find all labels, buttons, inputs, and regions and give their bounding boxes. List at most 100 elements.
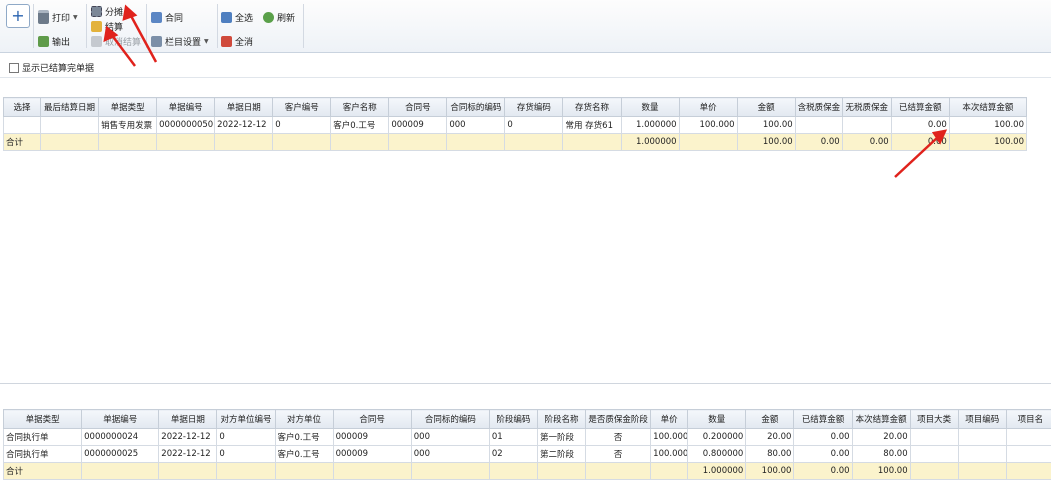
column-header[interactable]: 对方单位编号	[216, 409, 276, 429]
table-cell: 000	[410, 428, 490, 446]
column-header[interactable]: 数量	[620, 97, 680, 117]
table-cell[interactable]: 100.00	[948, 116, 1028, 134]
table-cell: 2022-12-12	[214, 116, 274, 134]
column-header[interactable]: 阶段名称	[536, 409, 587, 429]
show-settled-checkbox[interactable]	[9, 62, 19, 73]
column-header[interactable]: 对方单位	[274, 409, 334, 429]
table-cell: 1.000000	[620, 116, 680, 134]
column-header[interactable]: 项目编码	[957, 409, 1007, 429]
table-cell	[909, 445, 959, 463]
total-cell	[446, 133, 506, 151]
deselect-all-label: 全消	[235, 37, 254, 48]
column-header[interactable]: 最后结算日期	[40, 97, 100, 117]
table-cell: 销售专用发票	[98, 116, 158, 134]
table-cell[interactable]: 80.00	[851, 445, 911, 463]
table-cell: 0000000025	[81, 445, 160, 463]
refresh-label: 刷新	[277, 13, 296, 24]
column-header[interactable]: 是否质保金阶段	[585, 409, 652, 429]
column-header[interactable]: 已结算金额	[793, 409, 853, 429]
show-settled-option[interactable]: 显示已结算完单据	[9, 61, 94, 74]
table-row[interactable]: 销售专用发票 0000000050 2022-12-12 0 客户0.工号 000009 0…	[2, 116, 1028, 134]
show-settled-label: 显示已结算完单据	[22, 64, 95, 74]
export-button[interactable]: 输出	[38, 34, 70, 48]
contract-grid: 单据类型 单据编号 单据日期 对方单位编号 对方单位 合同号 合同标的编码 阶段编码 阶段名称是…	[2, 409, 1051, 480]
table-cell: 0	[504, 116, 564, 134]
table-cell: 01	[488, 428, 538, 446]
column-header[interactable]: 金额	[745, 409, 795, 429]
grid-header-row: 选择 最后结算日期 单据类型 单据编号 单据日期 客户编号 客户名称 合同号 合同标的编码 存货编…	[2, 97, 1028, 117]
cancel-settle-button[interactable]: 取消结算	[91, 34, 141, 48]
new-button[interactable]: +	[6, 4, 30, 28]
column-header[interactable]: 合同标的编码	[446, 97, 506, 117]
table-cell: 0	[216, 428, 276, 446]
total-cell: 合计	[2, 462, 83, 480]
column-header[interactable]: 已结算金额	[890, 97, 950, 117]
column-header[interactable]: 无税质保金	[841, 97, 892, 117]
column-header[interactable]: 单价	[650, 409, 689, 429]
total-cell: 100.00	[745, 462, 795, 480]
column-header[interactable]: 含税质保金	[794, 97, 843, 117]
table-cell: 客户0.工号	[330, 116, 390, 134]
column-header[interactable]: 客户编号	[272, 97, 332, 117]
table-cell: 常用 存货61	[562, 116, 622, 134]
column-header[interactable]: 单据类型	[98, 97, 158, 117]
total-cell	[98, 133, 158, 151]
select-all-button[interactable]: 全选	[221, 10, 253, 24]
column-header[interactable]: 本次结算金额	[948, 97, 1028, 117]
apportion-icon	[91, 5, 102, 17]
total-cell	[410, 462, 490, 480]
table-cell[interactable]: 20.00	[851, 428, 911, 446]
column-header[interactable]: 单据类型	[2, 409, 83, 429]
total-row: 合计 1.000000 100.00 0.00 0.00 0.00 100.00	[2, 133, 1028, 151]
column-header[interactable]: 存货名称	[562, 97, 622, 117]
column-header[interactable]: 单据日期	[214, 97, 274, 117]
table-cell	[40, 116, 100, 134]
table-cell	[1005, 445, 1051, 463]
export-label: 输出	[52, 37, 71, 48]
column-header[interactable]: 金额	[736, 97, 796, 117]
column-header[interactable]: 本次结算金额	[851, 409, 911, 429]
column-header[interactable]: 项目名	[1005, 409, 1051, 429]
column-settings-label: 栏目设置	[165, 37, 202, 48]
column-header[interactable]: 单价	[678, 97, 738, 117]
settle-button[interactable]: 结算	[91, 19, 123, 33]
refresh-button[interactable]: 刷新	[263, 10, 295, 24]
apportion-label: 分摊	[105, 7, 124, 18]
column-header[interactable]: 单据日期	[158, 409, 218, 429]
column-header[interactable]: 数量	[687, 409, 747, 429]
column-header[interactable]: 项目大类	[909, 409, 959, 429]
table-row[interactable]: 合同执行单 0000000024 2022-12-12 0 客户0.工号 000009 00…	[2, 428, 1051, 446]
table-cell: 合同执行单	[2, 428, 83, 446]
table-cell: 000	[446, 116, 506, 134]
select-all-icon	[221, 11, 232, 23]
total-cell: 100.00	[851, 462, 911, 480]
table-row[interactable]: 合同执行单 0000000025 2022-12-12 0 客户0.工号 000009 00…	[2, 445, 1051, 463]
total-cell	[40, 133, 100, 151]
table-cell: 0.00	[890, 116, 950, 134]
table-cell: 000	[410, 445, 490, 463]
chevron-down-icon: ▼	[204, 37, 209, 45]
deselect-all-button[interactable]: 全消	[221, 34, 253, 48]
table-cell: 2022-12-12	[158, 445, 218, 463]
column-header[interactable]: 客户名称	[330, 97, 390, 117]
column-header[interactable]: 单据编号	[81, 409, 160, 429]
table-cell: 0	[272, 116, 332, 134]
apportion-button[interactable]: 分摊	[91, 4, 123, 18]
column-settings-button[interactable]: 栏目设置 ▼	[151, 34, 209, 48]
cancel-settle-label: 取消结算	[105, 37, 142, 48]
column-header[interactable]: 合同号	[332, 409, 412, 429]
print-button[interactable]: 打印 ▼	[38, 10, 78, 24]
column-header[interactable]: 单据编号	[156, 97, 216, 117]
column-header[interactable]: 选择	[2, 97, 42, 117]
table-cell	[841, 116, 892, 134]
contract-button[interactable]: 合同	[151, 10, 183, 24]
column-header[interactable]: 合同号	[388, 97, 448, 117]
printer-icon	[38, 10, 49, 24]
cancel-settle-icon	[91, 35, 102, 47]
column-header[interactable]: 存货编码	[504, 97, 564, 117]
column-header[interactable]: 合同标的编码	[410, 409, 490, 429]
total-cell	[488, 462, 538, 480]
table-cell: 80.00	[745, 445, 795, 463]
column-header[interactable]: 阶段编码	[488, 409, 538, 429]
table-cell: 0.00	[793, 445, 853, 463]
